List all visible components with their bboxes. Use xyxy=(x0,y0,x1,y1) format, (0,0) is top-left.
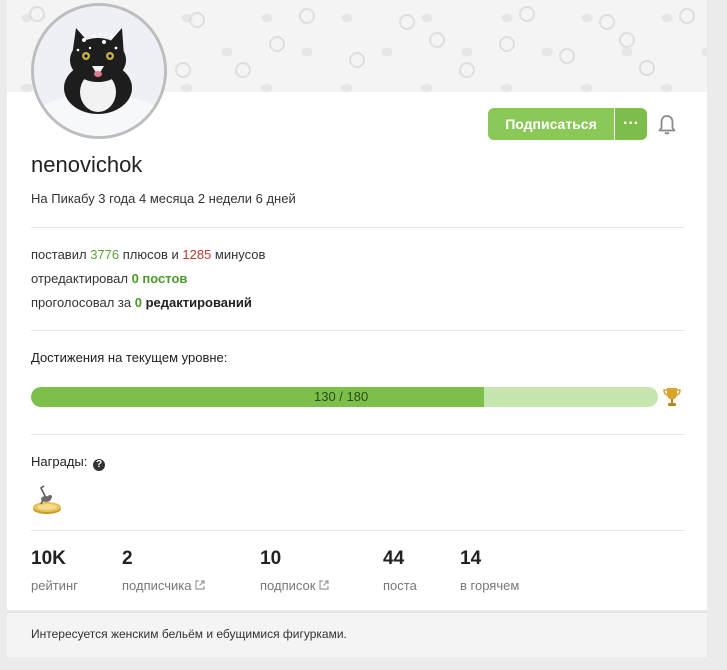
progress-value: 130 / 180 xyxy=(314,389,369,404)
external-link-icon[interactable] xyxy=(195,580,206,590)
edit-votes-suffix: редактирований xyxy=(141,295,252,310)
awards-title: Награды: xyxy=(31,454,88,469)
stat-subscribers-value[interactable]: 2 xyxy=(122,548,133,570)
member-since: На Пикабу 3 года 4 месяца 2 недели 6 дне… xyxy=(31,191,296,206)
subscriptions-label-text[interactable]: подписок xyxy=(260,578,315,593)
stat-posts-value: 44 xyxy=(383,548,405,569)
edits-prefix: отредактировал xyxy=(31,271,132,286)
award-badge[interactable] xyxy=(31,482,63,516)
divider xyxy=(31,530,685,531)
stat-subscribers-label[interactable]: подписчика xyxy=(122,578,206,593)
stat-subscriptions-label[interactable]: подписок xyxy=(260,578,330,593)
minus-count: 1285 xyxy=(182,247,212,262)
edits-line: отредактировал 0 постов xyxy=(31,271,187,286)
about-text: Интересуется женским бельём и ебущимися … xyxy=(31,627,347,641)
votes-prefix: поставил xyxy=(31,247,91,262)
stat-hot-label: в горячем xyxy=(460,578,520,593)
stat-subscriptions-value[interactable]: 10 xyxy=(260,548,281,570)
about-footer: Интересуется женским бельём и ебущимися … xyxy=(7,612,707,657)
edit-votes-count: 0 xyxy=(134,295,142,310)
avatar-cat-image xyxy=(34,6,164,136)
stat-hot-value: 14 xyxy=(460,548,482,569)
progress-text: 130 / 180 xyxy=(31,387,658,407)
stat-rating-label: рейтинг xyxy=(31,578,78,593)
stat-posts-label: поста xyxy=(383,578,417,593)
subscribers-label-text[interactable]: подписчика xyxy=(122,578,191,593)
question-circle-icon[interactable]: ? xyxy=(93,459,105,471)
divider xyxy=(31,227,685,228)
bell-icon[interactable] xyxy=(657,114,677,136)
avatar[interactable] xyxy=(31,3,167,139)
votes-line: поставил 3776 плюсов и 1285 минусов xyxy=(31,247,265,262)
plus-count: 3776 xyxy=(90,247,120,262)
awards-heading: Награды: ? xyxy=(31,454,105,471)
edited-posts-count: 0 постов xyxy=(131,271,188,286)
username: nenovichok xyxy=(31,152,143,177)
votes-suffix: минусов xyxy=(211,247,266,262)
divider xyxy=(31,330,685,331)
subscribe-button[interactable]: Подписаться xyxy=(488,108,614,140)
edit-votes-prefix: проголосовал за xyxy=(31,295,135,310)
external-link-icon[interactable] xyxy=(319,580,330,590)
achievements-progress-bar: 130 / 180 xyxy=(31,387,658,407)
more-options-button[interactable]: ··· xyxy=(615,108,647,140)
divider xyxy=(31,434,685,435)
stat-rating-value: 10K xyxy=(31,548,66,569)
edit-votes-line: проголосовал за 0 редактирований xyxy=(31,295,252,310)
votes-mid: плюсов и xyxy=(119,247,183,262)
trophy-icon[interactable] xyxy=(663,386,681,408)
achievements-title: Достижения на текущем уровне: xyxy=(31,350,228,365)
